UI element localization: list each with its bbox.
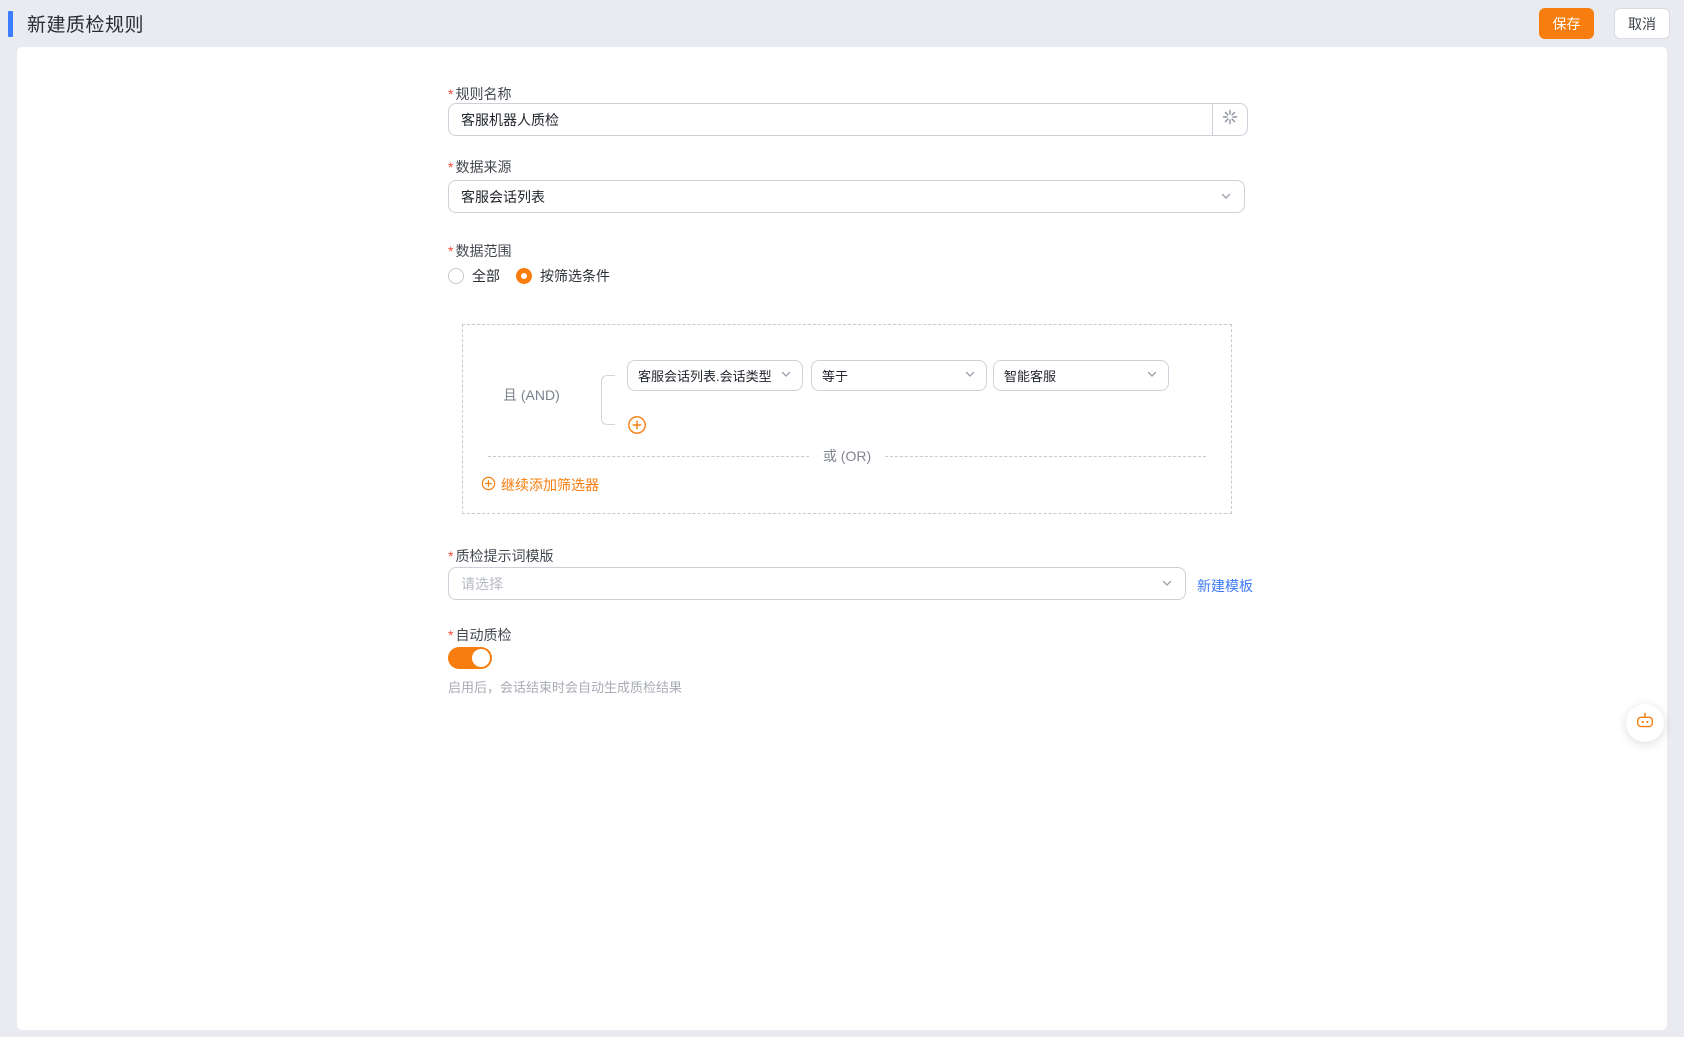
and-group-label: 且 (AND) (503, 387, 560, 403)
plus-circle-icon (481, 476, 496, 494)
data-source-label-text: 数据来源 (455, 159, 512, 175)
required-asterisk: * (448, 159, 454, 175)
required-asterisk: * (448, 86, 454, 102)
filter-builder-box: 且 (AND) 客服会话列表.会话类型 等于 智能客服 或 (OR) 继续添加筛… (462, 324, 1232, 514)
prompt-template-select[interactable]: 请选择 (448, 567, 1186, 600)
toggle-knob (472, 649, 490, 667)
data-range-label: * 数据范围 (448, 243, 511, 259)
cancel-button[interactable]: 取消 (1614, 8, 1670, 39)
rule-name-input[interactable] (448, 103, 1213, 136)
add-filter-link-label: 继续添加筛选器 (501, 477, 599, 493)
required-asterisk: * (448, 627, 454, 643)
chevron-down-icon (780, 368, 792, 383)
divider-line (488, 455, 809, 457)
or-divider-label: 或 (OR) (822, 448, 872, 464)
radio-unselected-icon (448, 268, 464, 284)
condition-operator-select[interactable]: 等于 (811, 360, 987, 391)
data-range-label-text: 数据范围 (455, 243, 512, 259)
form-card: *规则名称 *数据来源 客服会话列表 *数据范围 (17, 47, 1667, 1030)
assistant-fab-button[interactable] (1626, 704, 1664, 742)
auto-qc-hint: 启用后，会话结束时会自动生成质检结果 (448, 680, 683, 695)
data-source-select[interactable]: 客服会话列表 (448, 180, 1245, 213)
chevron-down-icon (1161, 576, 1173, 592)
chevron-down-icon (1146, 368, 1158, 383)
condition-field-select[interactable]: 客服会话列表.会话类型 (627, 360, 803, 391)
auto-qc-label-text: 自动质检 (455, 627, 512, 643)
radio-option-all[interactable]: 全部 (448, 266, 500, 286)
radio-option-all-label: 全部 (472, 268, 500, 284)
prompt-template-label: * 质检提示词模版 (448, 548, 553, 564)
divider-line (885, 455, 1206, 457)
data-source-value: 客服会话列表 (461, 188, 545, 205)
save-button[interactable]: 保存 (1539, 8, 1594, 39)
required-asterisk: * (448, 548, 454, 564)
rule-name-addon-button[interactable] (1212, 103, 1248, 136)
title-accent-bar (8, 10, 13, 37)
data-source-label: * 数据来源 (448, 159, 511, 175)
required-asterisk: * (448, 243, 454, 259)
top-bar: 新建质检规则 保存 取消 (0, 0, 1684, 47)
group-bracket (601, 375, 615, 425)
robot-icon (1634, 710, 1656, 737)
top-bar-actions: 保存 取消 (1539, 8, 1670, 39)
chevron-down-icon (1220, 189, 1232, 205)
condition-value-value: 智能客服 (1004, 369, 1057, 384)
page-title: 新建质检规则 (27, 15, 145, 36)
plus-circle-icon (627, 416, 647, 439)
radio-option-filtered[interactable]: 按筛选条件 (516, 266, 610, 286)
add-filter-link[interactable]: 继续添加筛选器 (481, 475, 599, 495)
rule-name-label: * 规则名称 (448, 86, 511, 102)
radio-selected-icon (516, 268, 532, 284)
radio-option-filtered-label: 按筛选条件 (540, 268, 610, 284)
page: 新建质检规则 保存 取消 *规则名称 *数据来源 (0, 0, 1684, 1037)
add-condition-button[interactable] (627, 415, 647, 435)
or-divider: 或 (OR) (488, 446, 1206, 466)
condition-operator-value: 等于 (822, 369, 849, 384)
prompt-template-placeholder: 请选择 (461, 575, 503, 592)
condition-value-select[interactable]: 智能客服 (993, 360, 1169, 391)
condition-field-value: 客服会话列表.会话类型 (638, 369, 772, 384)
new-template-link[interactable]: 新建模板 (1197, 576, 1253, 596)
loading-spinner-icon (1222, 109, 1238, 130)
auto-qc-toggle[interactable] (448, 647, 492, 669)
auto-qc-label: * 自动质检 (448, 627, 511, 643)
rule-name-label-text: 规则名称 (455, 86, 512, 102)
data-range-radio-group: 全部 按筛选条件 (448, 266, 610, 286)
prompt-template-label-text: 质检提示词模版 (455, 548, 554, 564)
chevron-down-icon (964, 368, 976, 383)
